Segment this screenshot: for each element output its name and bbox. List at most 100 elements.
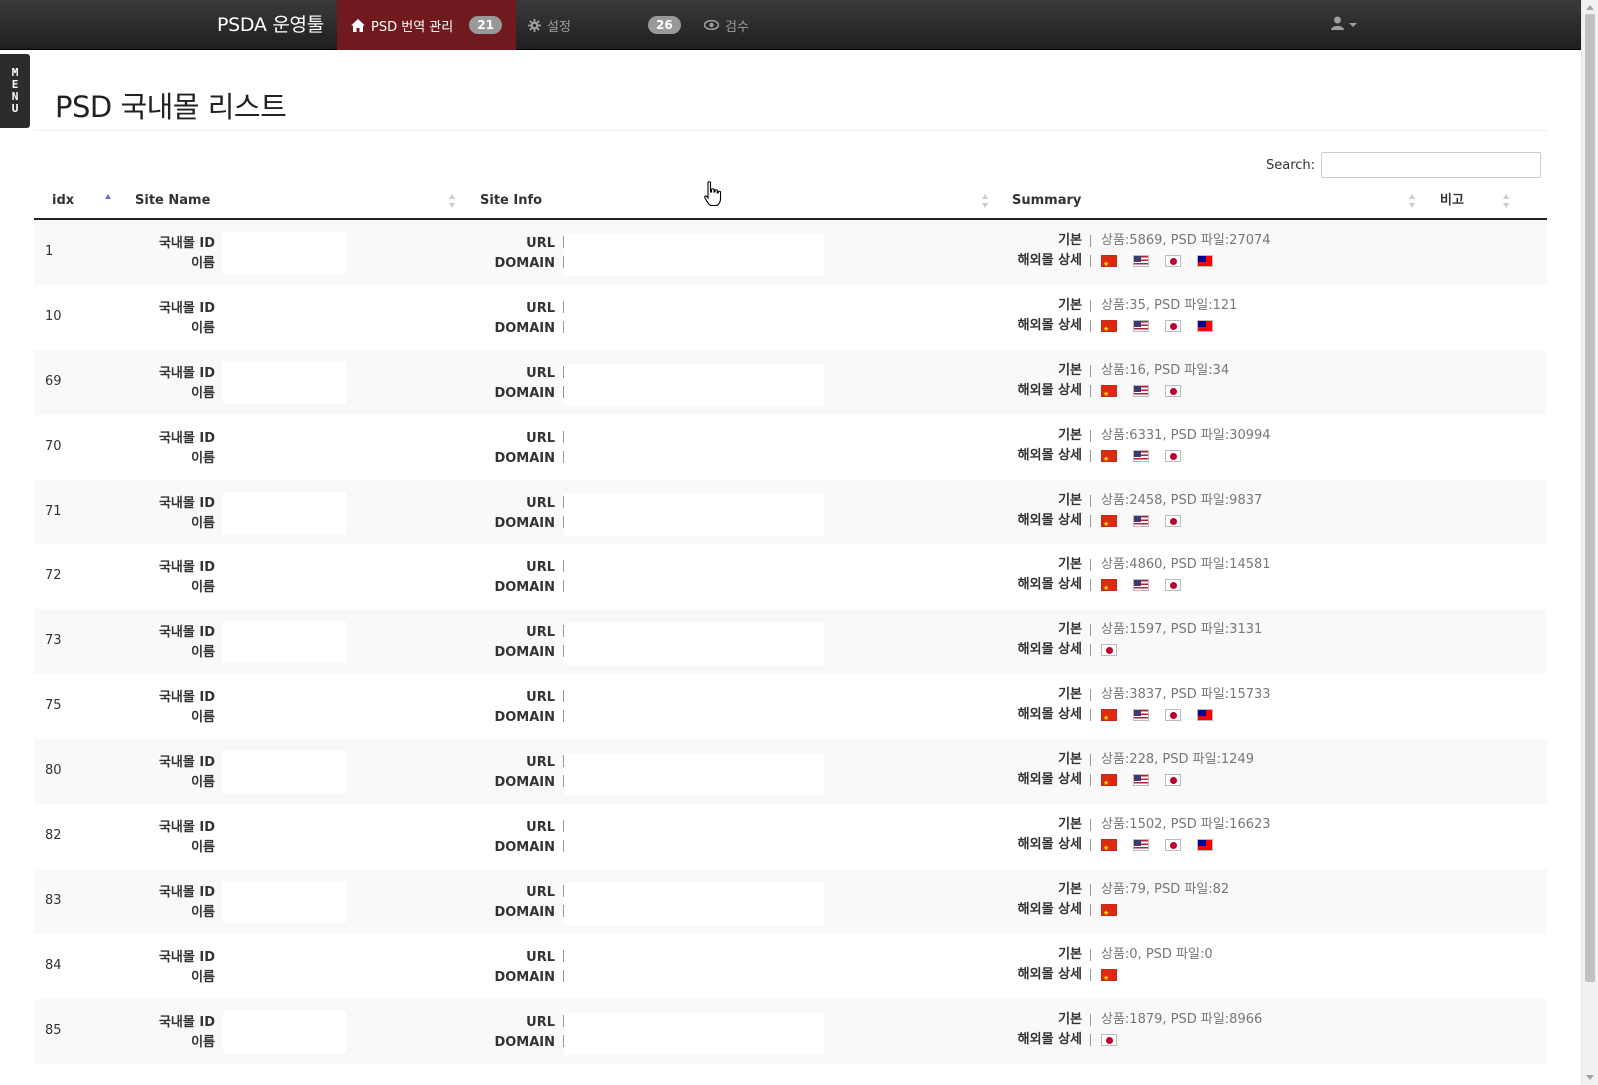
site-info-value-masked (564, 558, 824, 601)
taiwan-flag-icon[interactable] (1197, 319, 1213, 332)
site-name-value-masked (223, 751, 346, 794)
table-row[interactable]: 85 국내몰 ID 이름 URL DOMAIN 기본 상품:1879, PSD 파일:896… (34, 998, 1547, 1064)
nav-review[interactable]: 검수 (704, 0, 749, 50)
table-row[interactable]: 83 국내몰 ID 이름 URL DOMAIN 기본 상품:79, PSD 파일:82 해외몰… (34, 868, 1547, 934)
site-name-labels: 국내몰 ID 이름 (74, 234, 224, 274)
china-flag-icon[interactable] (1101, 903, 1117, 916)
summary-cell: 기본 상품:0, PSD 파일:0 해외몰 상세 (1014, 945, 1213, 985)
site-name-labels: 국내몰 ID 이름 (74, 1013, 224, 1053)
table-row[interactable]: 84 국내몰 ID 이름 URL DOMAIN 기본 상품:0, PSD 파일:0 해외몰 상… (34, 934, 1547, 999)
china-flag-icon[interactable] (1101, 968, 1117, 981)
mall-id-label: 국내몰 ID (158, 495, 215, 511)
table-row[interactable]: 75 국내몰 ID 이름 URL DOMAIN 기본 상품:3837, PSD 파일:157… (34, 674, 1547, 739)
japan-flag-icon[interactable] (1101, 644, 1117, 657)
overseas-detail-label: 해외몰 상세 (1017, 447, 1082, 463)
site-info-value-masked (564, 818, 824, 861)
sort-icon (982, 194, 989, 208)
site-name-labels: 국내몰 ID 이름 (74, 429, 224, 469)
name-label: 이름 (191, 515, 215, 531)
domain-label: DOMAIN (494, 320, 555, 336)
overseas-detail-label: 해외몰 상세 (1017, 577, 1082, 593)
table-row[interactable]: 71 국내몰 ID 이름 URL DOMAIN 기본 상품:2458, PSD 파일:983… (34, 479, 1547, 545)
taiwan-flag-icon[interactable] (1197, 709, 1213, 722)
site-name-labels: 국내몰 ID 이름 (74, 948, 224, 988)
japan-flag-icon[interactable] (1165, 514, 1181, 527)
usa-flag-icon[interactable] (1133, 839, 1149, 852)
scroll-down-arrow-icon[interactable] (1586, 1075, 1594, 1080)
column-header-note[interactable]: 비고 (1440, 183, 1464, 218)
row-idx: 73 (45, 633, 62, 649)
site-name-value-masked (223, 361, 346, 404)
usa-flag-icon[interactable] (1133, 514, 1149, 527)
nav-psd-translation[interactable]: PSD 번역 관리 21 (337, 0, 516, 50)
japan-flag-icon[interactable] (1165, 774, 1181, 787)
usa-flag-icon[interactable] (1133, 774, 1149, 787)
nav-settings-badge: 26 (648, 16, 681, 34)
china-flag-icon[interactable] (1101, 514, 1117, 527)
site-info-labels: URL DOMAIN (414, 234, 564, 274)
scroll-up-arrow-icon[interactable] (1586, 5, 1594, 10)
china-flag-icon[interactable] (1101, 709, 1117, 722)
usa-flag-icon[interactable] (1133, 579, 1149, 592)
usa-flag-icon[interactable] (1133, 255, 1149, 267)
table-row[interactable]: 70 국내몰 ID 이름 URL DOMAIN 기본 상품:6331, PSD 파일:309… (34, 415, 1547, 480)
table-row[interactable]: 82 국내몰 ID 이름 URL DOMAIN 기본 상품:1502, PSD 파일:166… (34, 804, 1547, 869)
mall-id-label: 국내몰 ID (158, 430, 215, 446)
overseas-flags (1101, 575, 1197, 595)
column-header-site-name[interactable]: Site Name (135, 183, 210, 218)
china-flag-icon[interactable] (1101, 774, 1117, 787)
table-row[interactable]: 72 국내몰 ID 이름 URL DOMAIN 기본 상품:4860, PSD 파일:145… (34, 544, 1547, 609)
china-flag-icon[interactable] (1101, 384, 1117, 397)
domain-label: DOMAIN (494, 710, 555, 726)
japan-flag-icon[interactable] (1165, 839, 1181, 852)
overseas-detail-label: 해외몰 상세 (1017, 837, 1082, 853)
side-menu-toggle[interactable]: MENU (0, 54, 30, 128)
vertical-scrollbar[interactable] (1581, 0, 1598, 1085)
chevron-down-icon (1349, 23, 1357, 27)
china-flag-icon[interactable] (1101, 579, 1117, 592)
sort-icon (449, 194, 456, 208)
home-icon (351, 18, 365, 32)
column-header-site-info[interactable]: Site Info (480, 183, 542, 218)
usa-flag-icon[interactable] (1133, 449, 1149, 462)
basic-label: 기본 (1058, 881, 1082, 897)
japan-flag-icon[interactable] (1165, 384, 1181, 397)
china-flag-icon[interactable] (1101, 449, 1117, 462)
name-label: 이름 (191, 840, 215, 856)
japan-flag-icon[interactable] (1165, 709, 1181, 722)
overseas-flags (1101, 705, 1229, 725)
japan-flag-icon[interactable] (1165, 449, 1181, 462)
china-flag-icon[interactable] (1101, 255, 1117, 267)
usa-flag-icon[interactable] (1133, 319, 1149, 332)
usa-flag-icon[interactable] (1133, 709, 1149, 722)
china-flag-icon[interactable] (1101, 839, 1117, 852)
user-menu-dropdown[interactable] (1331, 0, 1357, 50)
url-label: URL (526, 820, 555, 836)
site-name-labels: 국내몰 ID 이름 (74, 623, 224, 663)
taiwan-flag-icon[interactable] (1197, 839, 1213, 852)
table-row[interactable]: 69 국내몰 ID 이름 URL DOMAIN 기본 상품:16, PSD 파일:34 해외몰… (34, 349, 1547, 415)
table-row[interactable]: 73 국내몰 ID 이름 URL DOMAIN 기본 상품:1597, PSD 파일:313… (34, 609, 1547, 675)
nav-settings[interactable]: 설정 (528, 0, 571, 50)
japan-flag-icon[interactable] (1165, 255, 1181, 267)
table-row[interactable]: 80 국내몰 ID 이름 URL DOMAIN 기본 상품:228, PSD 파일:1249… (34, 739, 1547, 805)
china-flag-icon[interactable] (1101, 319, 1117, 332)
column-header-summary[interactable]: Summary (1012, 183, 1081, 218)
domain-label: DOMAIN (494, 256, 555, 271)
japan-flag-icon[interactable] (1165, 319, 1181, 332)
site-info-labels: URL DOMAIN (414, 558, 564, 598)
brand-title[interactable]: PSDA 운영툴 (217, 0, 324, 50)
japan-flag-icon[interactable] (1165, 579, 1181, 592)
site-info-labels: URL DOMAIN (414, 883, 564, 923)
table-row[interactable]: 1 국내몰 ID 이름 URL DOMAIN 기본 상품:5869, PSD 파일:2707… (34, 220, 1547, 285)
site-info-value-masked (564, 493, 824, 536)
nav-badge-count[interactable]: 26 (648, 0, 681, 50)
column-header-idx[interactable]: idx (52, 183, 74, 218)
search-input[interactable] (1321, 152, 1542, 178)
usa-flag-icon[interactable] (1133, 384, 1149, 397)
japan-flag-icon[interactable] (1101, 1033, 1117, 1046)
table-row[interactable]: 10 국내몰 ID 이름 URL DOMAIN 기본 상품:35, PSD 파일:121 해외… (34, 285, 1547, 350)
nav-settings-label: 설정 (547, 19, 571, 35)
scroll-thumb[interactable] (1585, 14, 1595, 982)
taiwan-flag-icon[interactable] (1197, 255, 1213, 267)
